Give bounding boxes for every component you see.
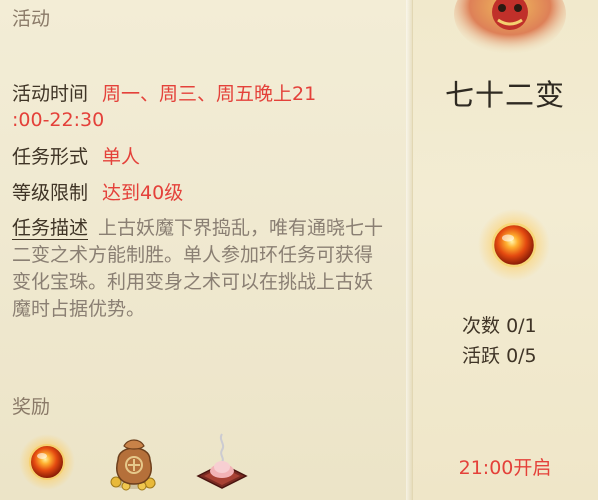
attempt-count: 次数 0/1 <box>462 311 537 338</box>
activity-time-label: 活动时间 <box>12 83 89 105</box>
reward-item-orb[interactable] <box>18 430 78 492</box>
activity-time-value: 周一、周三、周五晚上21 <box>102 83 317 105</box>
attempt-count-label: 次数 <box>462 315 501 337</box>
incense-icon <box>196 433 248 489</box>
task-form-value: 单人 <box>102 146 141 168</box>
task-description-row: 任务描述 上古妖魔下界捣乱，唯有通晓七十二变之术方能制胜。单人参加环任务可获得变化… <box>12 215 390 323</box>
activity-time-row: 活动时间 周一、周三、周五晚上21 :00-22:30 <box>12 81 392 133</box>
reward-section-title: 奖励 <box>12 396 51 418</box>
level-limit-value: 达到40级 <box>102 182 184 204</box>
event-title: 七十二变 <box>444 78 565 112</box>
activity-section-title: 活动 <box>12 8 51 30</box>
task-form-row: 任务形式 单人 <box>12 144 140 170</box>
event-orb-icon <box>478 209 550 281</box>
open-time-status: 21:00开启 <box>458 457 552 479</box>
attempt-count-value: 0/1 <box>506 315 537 337</box>
orb-icon <box>19 434 75 490</box>
reward-item-incense[interactable] <box>192 430 252 492</box>
activity-points-value: 0/5 <box>506 345 537 367</box>
activity-points-label: 活跃 <box>462 345 501 367</box>
reward-item-coin-bag[interactable] <box>104 430 164 492</box>
activity-time-value-continued: :00-22:30 <box>12 109 105 131</box>
task-description-label: 任务描述 <box>12 217 89 240</box>
level-limit-label: 等级限制 <box>12 182 89 204</box>
level-limit-row: 等级限制 达到40级 <box>12 180 183 206</box>
coin-bag-icon <box>110 439 156 491</box>
task-form-label: 任务形式 <box>12 146 89 168</box>
activity-points: 活跃 0/5 <box>462 341 537 368</box>
lion-decoration-icon <box>454 0 566 54</box>
